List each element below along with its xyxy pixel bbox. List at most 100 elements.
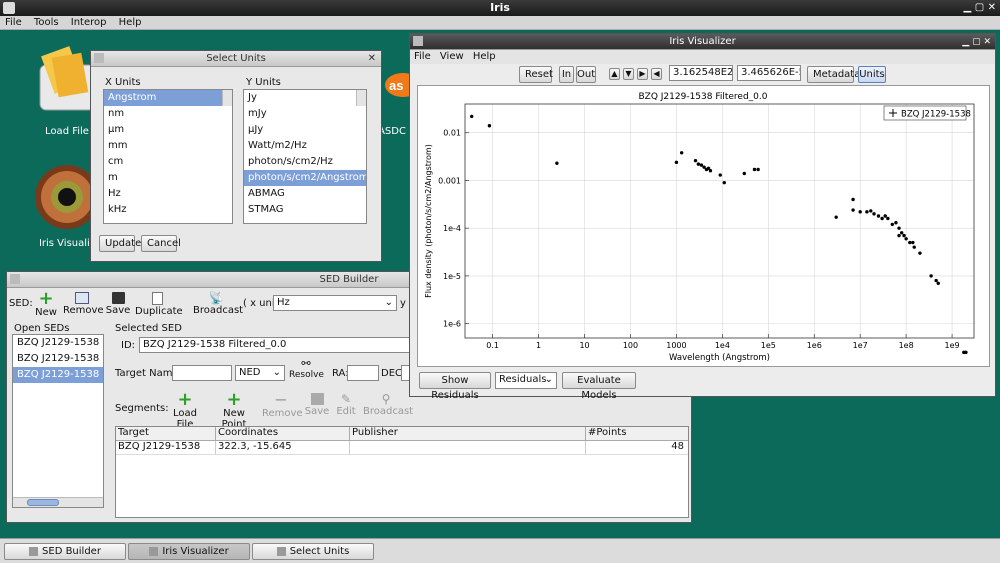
new-point-button[interactable]: + New Point	[211, 391, 257, 431]
broadcast-segment-button[interactable]: ⚲ Broadcast	[363, 392, 413, 417]
remove-segment-button[interactable]: − Remove	[262, 392, 303, 420]
pan-left-button[interactable]: ◀	[651, 68, 662, 80]
chevron-down-icon: ⌄	[544, 374, 553, 385]
menu-file[interactable]: File	[5, 17, 22, 28]
x-unit-item[interactable]: Hz	[104, 186, 232, 202]
window-menu-icon[interactable]	[10, 274, 20, 284]
close-icon[interactable]: ✕	[368, 51, 376, 67]
table-row[interactable]: BZQ J2129-1538 322.3, -15.645 48	[116, 441, 688, 455]
id-field[interactable]: BZQ J2129-1538 Filtered_0.0	[139, 337, 411, 353]
menu-interop[interactable]: Interop	[71, 17, 107, 28]
broadcast-sed-button[interactable]: 📡 Broadcast	[193, 291, 243, 316]
y-unit-item[interactable]: μJy	[244, 122, 366, 138]
load-file-segment-button[interactable]: + Load File	[164, 391, 206, 431]
taskbar-iris-visualizer[interactable]: Iris Visualizer	[128, 543, 250, 560]
y-unit-item[interactable]: photon/s/cm2/Hz	[244, 154, 366, 170]
resolve-button[interactable]: ⚯ Resolve	[289, 358, 324, 381]
target-name-field[interactable]	[172, 365, 232, 381]
reset-button[interactable]: Reset	[519, 66, 553, 83]
y-units-list[interactable]: Jy mJy μJy Watt/m2/Hz photon/s/cm2/Hz ph…	[243, 89, 367, 224]
zoom-in-button[interactable]: In	[559, 66, 574, 83]
metadata-button[interactable]: Metadata	[807, 66, 860, 83]
open-sed-item[interactable]: BZQ J2129-1538 Filte	[13, 367, 103, 383]
window-controls[interactable]: ▁ ▢ ✕	[964, 0, 996, 16]
open-sed-item[interactable]: BZQ J2129-1538 Filte	[13, 351, 103, 367]
x-unit-item[interactable]: kHz	[104, 202, 232, 218]
save-sed-button[interactable]: Save	[105, 291, 131, 316]
units-button[interactable]: Units	[858, 66, 886, 83]
window-menu-icon[interactable]	[413, 36, 423, 46]
ra-field[interactable]	[347, 365, 379, 381]
column-header-points[interactable]: #Points	[586, 427, 688, 440]
y-unit-item[interactable]: mJy	[244, 106, 366, 122]
x-unit-item[interactable]: mm	[104, 138, 232, 154]
y-unit-item[interactable]: STMAG	[244, 202, 366, 218]
viz-menu-help[interactable]: Help	[473, 51, 496, 62]
window-controls[interactable]: ▁ ▢ ✕	[962, 34, 991, 50]
duplicate-sed-button[interactable]: Duplicate	[135, 291, 183, 317]
edit-segment-button[interactable]: ✎ Edit	[334, 392, 358, 417]
menu-help[interactable]: Help	[119, 17, 142, 28]
menu-tools[interactable]: Tools	[34, 17, 59, 28]
save-segment-label: Save	[304, 406, 330, 417]
window-menu-icon[interactable]	[94, 53, 104, 63]
y-unit-item[interactable]: photon/s/cm2/Angstrom	[244, 170, 366, 186]
x-unit-item[interactable]: Angstrom	[104, 90, 232, 106]
evaluate-models-button[interactable]: Evaluate Models	[562, 372, 636, 401]
save-segment-button[interactable]: Save	[304, 392, 330, 417]
x-unit-item[interactable]: m	[104, 170, 232, 186]
coord-x-field[interactable]: 3.162548E2	[669, 65, 733, 81]
x-unit-item[interactable]: nm	[104, 106, 232, 122]
resolver-combo[interactable]: NED ⌄	[235, 365, 285, 381]
open-seds-hscrollbar[interactable]	[13, 497, 103, 507]
remove-sed-button[interactable]: Remove	[63, 291, 104, 316]
segments-table[interactable]: Target Coordinates Publisher #Points BZQ…	[115, 426, 689, 518]
taskbar-label: Iris Visualizer	[162, 546, 229, 557]
cancel-button[interactable]: Cancel	[141, 235, 181, 252]
y-unit-item[interactable]: Watt/m2/Hz	[244, 138, 366, 154]
data-point	[880, 216, 884, 221]
x-unit-item[interactable]: μm	[104, 122, 232, 138]
show-residuals-button[interactable]: Show Residuals	[419, 372, 491, 401]
arrow-down-icon: ▼	[625, 69, 632, 78]
x-unit-item[interactable]: cm	[104, 154, 232, 170]
pan-down-button[interactable]: ▼	[623, 68, 634, 80]
viz-menu-view[interactable]: View	[440, 51, 464, 62]
save-label: Save	[105, 305, 131, 316]
y-unit-item[interactable]: Jy	[244, 90, 366, 106]
app-titlebar: Iris ▁ ▢ ✕	[0, 0, 1000, 16]
x-tick-label: 10	[579, 341, 589, 350]
y-unit-item[interactable]: ABMAG	[244, 186, 366, 202]
taskbar-select-units[interactable]: Select Units	[252, 543, 374, 560]
residuals-combo[interactable]: Residuals ⌄	[495, 372, 557, 389]
coord-y-field[interactable]: 3.465626E-5	[737, 65, 801, 81]
new-sed-button[interactable]: + New	[33, 290, 59, 319]
taskbar-sed-builder[interactable]: SED Builder	[4, 543, 126, 560]
plot-panel[interactable]: BZQ J2129-1538 Filtered_0.0 0.1 1 10 100 100…	[417, 85, 990, 367]
data-point	[908, 240, 912, 245]
pan-right-button[interactable]: ▶	[637, 68, 648, 80]
column-header-target[interactable]: Target	[116, 427, 216, 440]
x-units-list[interactable]: Angstrom nm μm mm cm m Hz kHz	[103, 89, 233, 224]
y-units-scrollbar[interactable]	[356, 90, 366, 106]
data-point	[883, 214, 887, 218]
viz-menu-file[interactable]: File	[414, 51, 431, 62]
data-point	[555, 161, 559, 165]
x-units-scrollbar[interactable]	[222, 90, 232, 106]
zoom-out-button[interactable]: Out	[576, 66, 596, 83]
pan-up-button[interactable]: ▲	[609, 68, 620, 80]
y-tick-label: 1e-5	[443, 272, 461, 281]
column-header-publisher[interactable]: Publisher	[350, 427, 586, 440]
data-point	[890, 222, 895, 227]
column-header-coordinates[interactable]: Coordinates	[216, 427, 350, 440]
open-seds-list[interactable]: BZQ J2129-1538 (Se BZQ J2129-1538 Filte …	[12, 334, 104, 508]
select-units-titlebar: Select Units ✕	[91, 51, 381, 67]
open-sed-item[interactable]: BZQ J2129-1538 (Se	[13, 335, 103, 351]
svg-text:as: as	[389, 78, 403, 93]
update-button[interactable]: Update	[99, 235, 141, 252]
resolver-value: NED	[239, 367, 261, 378]
sed-chart[interactable]: BZQ J2129-1538 Filtered_0.0 0.1 1 10 100 100…	[418, 86, 989, 366]
x-unit-combo[interactable]: Hz ⌄	[273, 295, 397, 311]
open-seds-label: Open SEDs	[14, 323, 70, 334]
cell-publisher	[350, 441, 586, 454]
